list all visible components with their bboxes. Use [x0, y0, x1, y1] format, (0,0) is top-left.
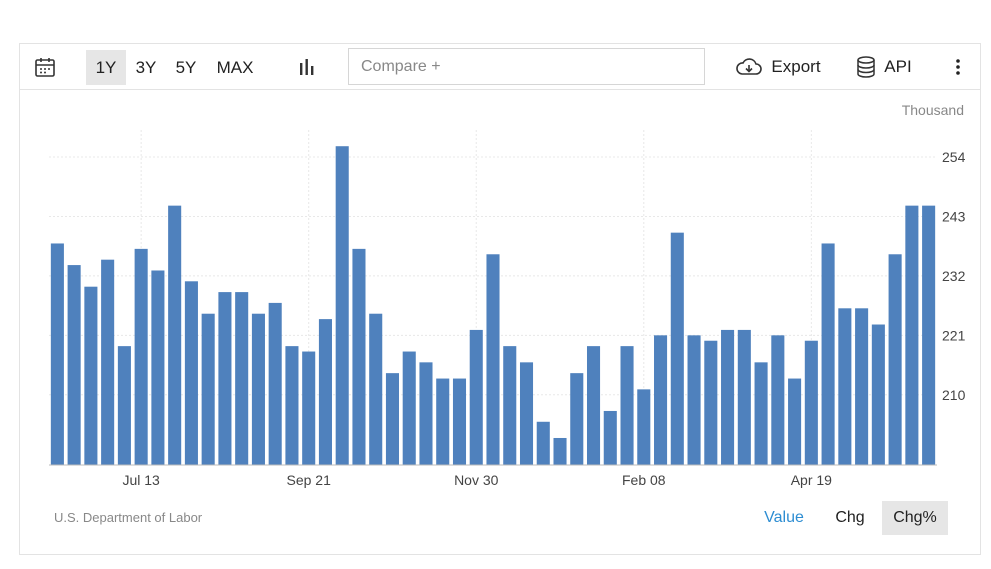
y-tick-label: 221: [942, 327, 966, 343]
bar: [838, 308, 852, 465]
bar: [117, 346, 131, 465]
bar: [218, 292, 232, 465]
bar: [888, 254, 902, 465]
bar: [687, 335, 701, 465]
bar: [469, 329, 483, 465]
bar: [855, 308, 869, 465]
y-tick-label: 243: [942, 208, 966, 224]
bar: [754, 362, 768, 465]
bar: [436, 378, 450, 465]
bar: [922, 205, 936, 465]
bar-chart-icon[interactable]: [292, 44, 322, 90]
range-3y-button[interactable]: 3Y: [126, 50, 166, 85]
range-max-button[interactable]: MAX: [210, 50, 260, 85]
y-tick-label: 210: [942, 387, 966, 403]
bar: [503, 346, 517, 465]
bar: [151, 270, 165, 465]
chart-widget: 1Y 3Y 5Y MAX Compare + Export API Thousa…: [19, 43, 981, 555]
x-tick-label: Apr 19: [791, 472, 832, 488]
bar: [821, 243, 835, 465]
x-tick-label: Sep 21: [287, 472, 332, 488]
export-button[interactable]: Export: [732, 44, 824, 90]
bar: [419, 362, 433, 465]
bar: [302, 351, 316, 465]
mode-value-button[interactable]: Value: [754, 501, 814, 535]
toolbar: 1Y 3Y 5Y MAX Compare + Export API: [20, 44, 980, 90]
bar: [905, 205, 919, 465]
x-tick-label: Jul 13: [122, 472, 160, 488]
bar: [654, 335, 668, 465]
bar: [771, 335, 785, 465]
x-tick-label: Nov 30: [454, 472, 499, 488]
bar-chart-icon-svg: [300, 59, 314, 75]
bar: [704, 340, 718, 465]
bar: [235, 292, 249, 465]
bar: [486, 254, 500, 465]
vertical-dots-icon[interactable]: [944, 44, 972, 90]
bar: [603, 410, 617, 465]
bar: [84, 286, 98, 465]
api-button[interactable]: API: [852, 44, 916, 90]
bar: [168, 205, 182, 465]
bar: [536, 421, 550, 465]
bar: [352, 248, 366, 465]
export-label: Export: [771, 57, 821, 76]
bar: [452, 378, 467, 465]
bar: [871, 324, 885, 465]
bar: [670, 232, 684, 465]
calendar-icon[interactable]: [30, 44, 60, 90]
bar: [50, 243, 64, 465]
mode-chg-button[interactable]: Chg: [824, 501, 876, 535]
bar: [637, 389, 651, 465]
mode-chgpct-button[interactable]: Chg%: [882, 501, 948, 535]
api-label: API: [884, 57, 912, 76]
bar: [251, 313, 265, 465]
bar: [67, 265, 81, 465]
bar: [620, 346, 634, 465]
bar: [268, 302, 282, 465]
bar: [788, 378, 802, 465]
bar: [804, 340, 818, 465]
bar: [318, 319, 332, 465]
bar: [721, 329, 735, 465]
bar: [335, 146, 349, 465]
range-5y-button[interactable]: 5Y: [166, 50, 206, 85]
database-icon: [857, 56, 876, 78]
bar: [737, 329, 751, 465]
bar: [369, 313, 383, 465]
calendar-icon-svg: [35, 58, 55, 77]
bar: [101, 259, 115, 465]
bar-chart: 210 221 232 243 254 Jul 13 Sep 21 Nov 30 Feb 08 A…: [49, 130, 966, 488]
bar: [570, 373, 584, 465]
range-1y-button[interactable]: 1Y: [86, 50, 126, 85]
bar: [134, 248, 148, 465]
bar: [285, 346, 299, 465]
compare-input[interactable]: Compare +: [348, 48, 705, 85]
bar: [184, 281, 198, 465]
y-tick-label: 254: [942, 149, 966, 165]
bar: [586, 346, 601, 465]
x-tick-label: Feb 08: [622, 472, 666, 488]
bar: [201, 313, 215, 465]
bar: [385, 373, 400, 465]
bar: [519, 362, 534, 465]
source-label: U.S. Department of Labor: [54, 510, 203, 525]
bar: [402, 351, 416, 465]
more-menu-icon: [956, 59, 960, 75]
cloud-download-icon: [736, 58, 763, 75]
bar: [553, 437, 567, 465]
y-tick-label: 232: [942, 268, 966, 284]
